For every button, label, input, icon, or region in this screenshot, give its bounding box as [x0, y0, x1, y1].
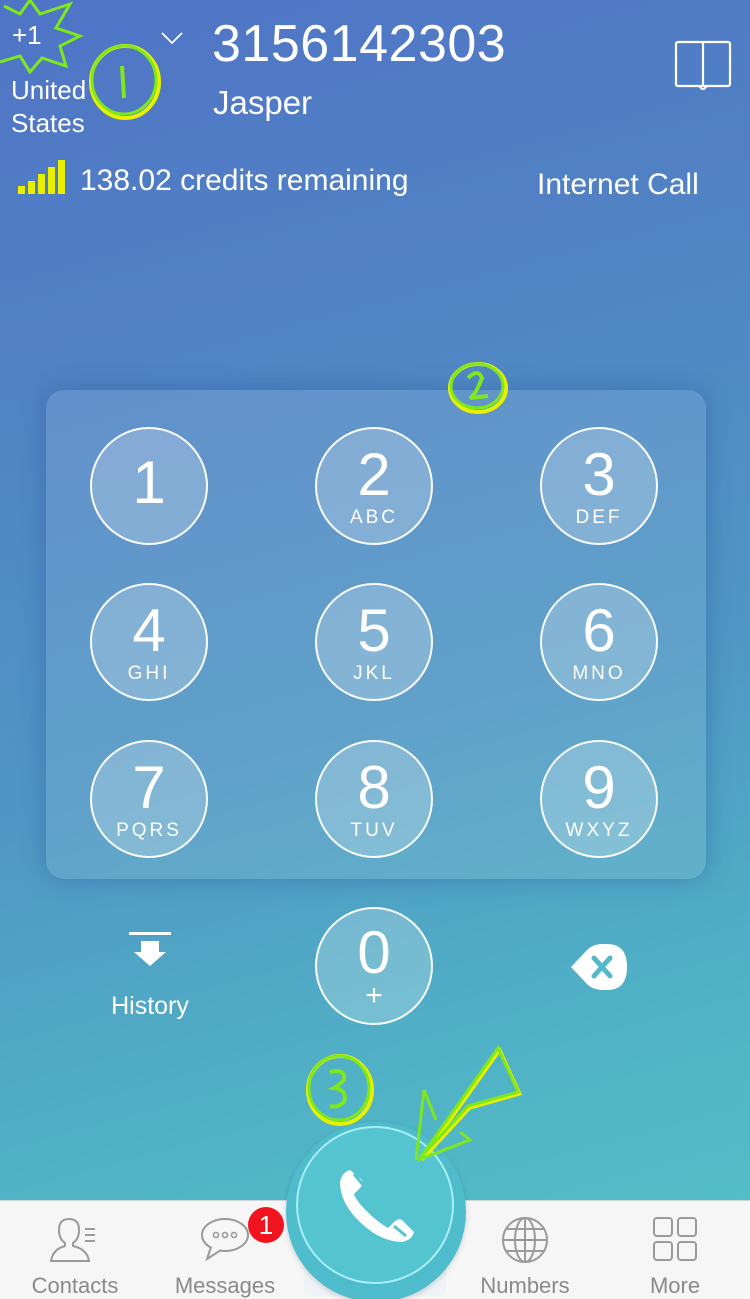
key-digit: 3 [582, 441, 616, 508]
key-letters: JKL [353, 663, 395, 684]
contacts-book-icon[interactable] [674, 40, 732, 90]
key-digit: 0 [357, 919, 391, 986]
phone-number-display: 3156142303 [212, 15, 507, 73]
signal-strength-icon [18, 160, 65, 194]
key-letters: ABC [349, 507, 399, 528]
key-6[interactable]: 6 MNO [540, 583, 658, 701]
globe-icon [502, 1217, 548, 1263]
key-digit: 1 [132, 449, 166, 516]
key-letters: MNO [572, 663, 626, 684]
key-5[interactable]: 5 JKL [315, 583, 433, 701]
key-digit: 8 [357, 754, 391, 821]
contacts-icon [49, 1217, 95, 1262]
key-letters: WXYZ [565, 820, 633, 841]
country-name-text: United States [11, 75, 87, 138]
tab-label: More [649, 1273, 701, 1298]
key-4[interactable]: 4 GHI [90, 583, 208, 701]
key-letters: TUV [350, 820, 398, 841]
annotation-3-circle [306, 1054, 374, 1126]
history-download-icon [129, 932, 171, 966]
country-code[interactable]: +1 [12, 20, 42, 51]
tab-label: Numbers [480, 1273, 570, 1298]
key-2[interactable]: 2 ABC [315, 427, 433, 545]
key-digit: 7 [132, 754, 166, 821]
history-button[interactable]: History [100, 928, 200, 1038]
key-digit: 5 [357, 597, 391, 664]
key-0[interactable]: 0 + [315, 907, 433, 1025]
backspace-icon[interactable] [567, 940, 631, 994]
chevron-down-icon[interactable] [160, 30, 184, 46]
key-3[interactable]: 3 DEF [540, 427, 658, 545]
country-name[interactable]: United States [11, 74, 111, 140]
key-digit: 6 [582, 597, 616, 664]
key-1[interactable]: 1 [90, 427, 208, 545]
contact-name: Jasper [213, 84, 313, 121]
phone-icon [340, 1170, 414, 1242]
key-letters: GHI [127, 663, 171, 684]
key-letters: DEF [575, 507, 623, 528]
keypad-panel: 1 2 ABC 3 DEF 4 GHI 5 JKL 6 MNO 7 PQRS 8… [46, 390, 706, 879]
call-mode-toggle[interactable]: Internet Call [537, 168, 699, 202]
key-digit: 9 [582, 754, 616, 821]
credits-remaining: 138.02 credits remaining [80, 164, 409, 197]
key-digit: 2 [357, 441, 391, 508]
tab-numbers[interactable]: Numbers [450, 1201, 600, 1299]
tab-label: Messages [174, 1273, 276, 1298]
history-label: History [111, 992, 189, 1020]
key-letters: PQRS [116, 820, 182, 841]
tab-contacts[interactable]: Contacts [0, 1201, 150, 1299]
tab-more[interactable]: More [600, 1201, 750, 1299]
key-8[interactable]: 8 TUV [315, 740, 433, 858]
key-digit: 4 [132, 597, 166, 664]
messages-icon [201, 1218, 249, 1262]
key-letters: + [365, 979, 383, 1012]
unread-messages-badge: 1 [248, 1207, 284, 1243]
key-9[interactable]: 9 WXYZ [540, 740, 658, 858]
grid-icon [653, 1217, 697, 1261]
key-7[interactable]: 7 PQRS [90, 740, 208, 858]
tab-label: Contacts [31, 1273, 119, 1298]
call-button[interactable] [286, 1122, 466, 1299]
